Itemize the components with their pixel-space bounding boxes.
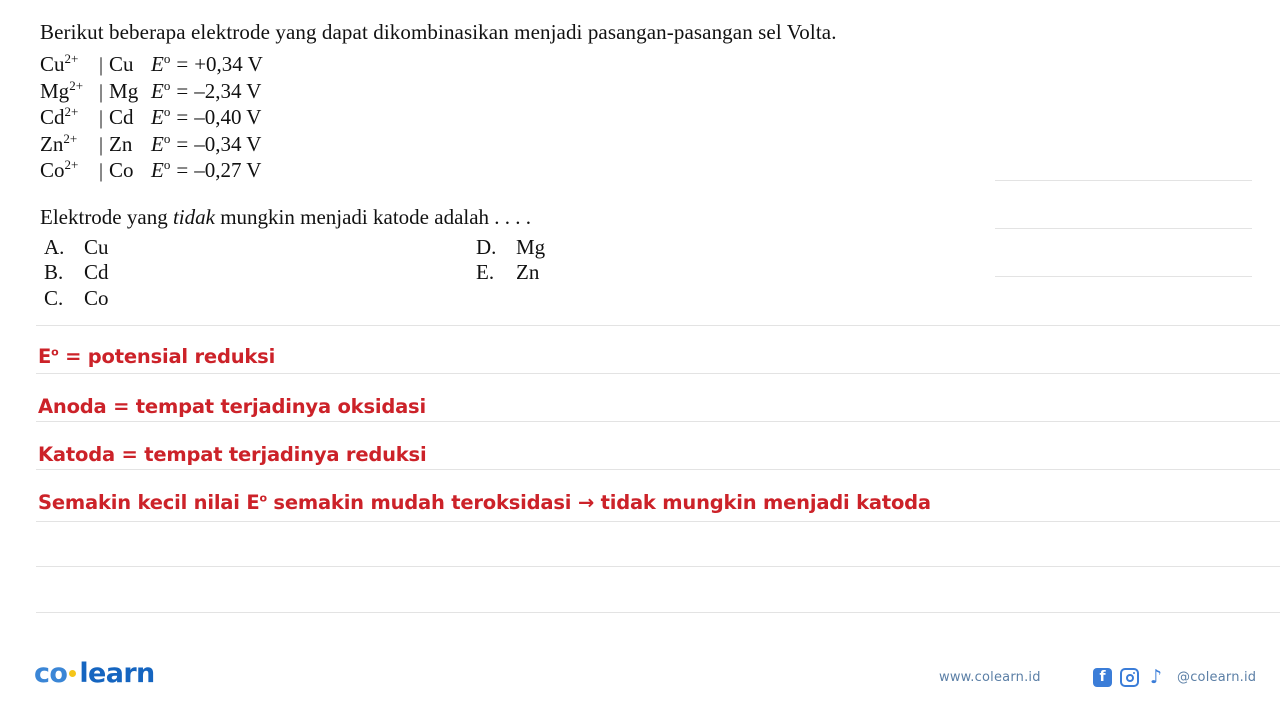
annotation-4-degree: o [259, 491, 267, 505]
electrode-row: Mg2+ | Mg Eo = –2,34 V [40, 79, 1040, 106]
answer-option-a-text: Cu [84, 234, 109, 259]
annotation-1-text-before: E [38, 345, 52, 368]
answer-option-d-label: D. [476, 234, 497, 259]
question-intro: Berikut beberapa elektrode yang dapat di… [40, 20, 837, 44]
equals-sign: = [176, 105, 189, 129]
answer-option-b[interactable]: B. Cd [44, 260, 109, 286]
electrode-charge: 2+ [64, 157, 79, 172]
electrode-row: Zn2+ | Zn Eo = –0,34 V [40, 132, 1040, 159]
rule-line-full [36, 612, 1280, 613]
answer-option-d-text: Mg [516, 234, 546, 259]
answer-options: A. Cu B. Cd C. Co D. Mg E. Zn [40, 235, 1040, 325]
electrode-ion: Zn2+ [40, 130, 78, 156]
equals-sign: = [176, 131, 189, 156]
annotation-line-4: Semakin kecil nilai Eo semakin mudah ter… [38, 491, 931, 514]
electrode-ion: Cd2+ [40, 104, 79, 129]
annotation-1-text-after: = potensial reduksi [58, 345, 276, 368]
electrode-charge: 2+ [63, 130, 78, 146]
answer-option-e-label: E. [476, 260, 495, 284]
phase-separator: | [99, 80, 104, 103]
equals-sign: = [176, 158, 189, 182]
electrode-value: –2,34 V [194, 78, 262, 103]
prompt-text-before: Elektrode yang [40, 204, 173, 229]
potential-symbol: Eo [151, 51, 171, 76]
equals-sign: = [176, 78, 189, 103]
question-block: Berikut beberapa elektrode yang dapat di… [40, 18, 1040, 325]
annotation-4-text-after: semakin mudah teroksidasi → tidak mungki… [266, 491, 931, 514]
rule-line-full [36, 373, 1280, 374]
annotation-line-3: Katoda = tempat terjadinya reduksi [38, 443, 427, 466]
electrode-metal: Cd [109, 105, 134, 129]
electrode-row: Cu2+ | Cu Eo = +0,34 V [40, 52, 1040, 79]
answer-option-c[interactable]: C. Co [44, 286, 109, 312]
facebook-icon[interactable]: f [1093, 668, 1112, 687]
rule-line-full [36, 521, 1280, 522]
logo-dot-icon [69, 670, 77, 677]
phase-separator: | [99, 54, 104, 76]
electrode-charge: 2+ [64, 51, 79, 66]
electrode-row: Cd2+ | Cd Eo = –0,40 V [40, 105, 1040, 132]
annotation-line-1: Eo = potensial reduksi [38, 345, 275, 368]
answer-option-c-label: C. [44, 285, 64, 310]
electrode-ion: Mg2+ [40, 77, 84, 103]
question-prompt: Elektrode yang tidak mungkin menjadi kat… [40, 203, 1040, 231]
instagram-icon[interactable] [1120, 668, 1139, 687]
electrode-row: Co2+ | Co Eo = –0,27 V [40, 158, 1040, 185]
answer-option-b-text: Cd [84, 260, 109, 284]
website-url[interactable]: www.colearn.id [939, 670, 1041, 685]
phase-separator: | [99, 133, 104, 156]
answer-option-b-label: B. [44, 260, 64, 284]
rule-line-full [36, 566, 1280, 567]
electrode-metal: Zn [109, 131, 133, 156]
answer-option-c-text: Co [84, 285, 109, 310]
prompt-emphasis: tidak [172, 204, 215, 229]
electrode-metal: Mg [109, 78, 139, 103]
annotation-4-text-before: Semakin kecil nilai E [38, 491, 260, 514]
rule-line-full [36, 421, 1280, 422]
logo-text-co: co [34, 658, 68, 689]
annotation-line-2: Anoda = tempat terjadinya oksidasi [38, 395, 426, 418]
electrode-charge: 2+ [64, 104, 79, 119]
rule-line-full [36, 469, 1280, 470]
electrode-charge: 2+ [69, 77, 84, 93]
social-links: f ♪ @colearn.id [1093, 668, 1256, 687]
rule-line-full [36, 325, 1280, 326]
electrode-metal: Cu [109, 52, 134, 76]
electrode-value: –0,27 V [194, 158, 262, 182]
answer-option-a-label: A. [44, 234, 65, 259]
answer-options-right-column: D. Mg E. Zn [476, 235, 545, 286]
answer-option-d[interactable]: D. Mg [476, 235, 545, 261]
electrode-value: –0,34 V [194, 131, 262, 156]
phase-separator: | [99, 107, 104, 129]
potential-symbol: Eo [151, 130, 171, 156]
electrode-ion: Co2+ [40, 157, 79, 182]
answer-option-e[interactable]: E. Zn [476, 260, 545, 286]
tiktok-icon[interactable]: ♪ [1147, 668, 1165, 687]
answer-options-left-column: A. Cu B. Cd C. Co [44, 235, 109, 312]
equals-sign: = [176, 52, 189, 76]
potential-symbol: Eo [151, 157, 171, 182]
logo-text-learn: learn [79, 658, 155, 689]
electrode-value: –0,40 V [194, 105, 262, 129]
answer-option-a[interactable]: A. Cu [44, 235, 109, 261]
electrode-list: Cu2+ | Cu Eo = +0,34 V Mg2+ | Mg Eo = –2,34 V Cd2+… [40, 52, 1040, 185]
electrode-metal: Co [109, 158, 134, 182]
electrode-value: +0,34 V [194, 52, 263, 76]
social-handle[interactable]: @colearn.id [1177, 670, 1256, 685]
answer-option-e-text: Zn [516, 260, 540, 284]
colearn-logo: co learn [34, 658, 155, 689]
phase-separator: | [99, 160, 104, 182]
potential-symbol: Eo [151, 104, 171, 129]
prompt-text-after: mungkin menjadi katode adalah . . . . [214, 204, 532, 229]
potential-symbol: Eo [151, 77, 171, 103]
electrode-ion: Cu2+ [40, 51, 79, 76]
